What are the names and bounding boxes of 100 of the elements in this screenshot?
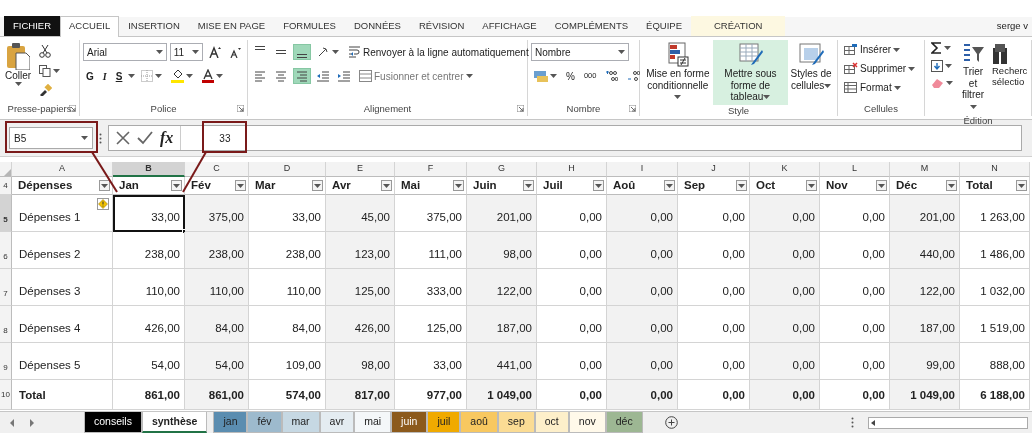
ribbon-tab[interactable]: DONNÉES [344, 15, 410, 36]
find-select-label[interactable]: sélectio [992, 76, 1025, 88]
style-gallery-button[interactable]: Mettre sous forme de tableau [712, 40, 789, 105]
horizontal-scrollbar[interactable] [868, 416, 1028, 429]
row-header[interactable]: 6 [0, 232, 12, 269]
column-header[interactable]: L [820, 162, 890, 177]
row-header[interactable]: 5 [0, 195, 12, 232]
dialog-launcher-icon[interactable] [517, 105, 524, 112]
percent-button[interactable]: % [563, 66, 578, 86]
grow-font-button[interactable] [206, 44, 224, 60]
scroll-left-icon[interactable] [869, 418, 877, 427]
ribbon-tab[interactable]: FORMULES [274, 15, 345, 36]
table-cell: 441,00 [467, 343, 537, 380]
column-header[interactable]: E [326, 162, 395, 177]
row-header[interactable]: 8 [0, 306, 12, 343]
column-header[interactable]: B [113, 162, 185, 177]
ribbon-tab[interactable]: CRÉATION [691, 15, 786, 36]
filter-button[interactable] [736, 180, 747, 191]
sheet-tab[interactable]: mai [354, 412, 392, 433]
enter-icon[interactable] [137, 131, 153, 145]
column-header[interactable]: H [537, 162, 607, 177]
sheet-tab[interactable]: conseils [84, 412, 142, 433]
formula-field[interactable]: 33 [181, 130, 1021, 146]
merge-button[interactable]: Fusionner et centrer [356, 66, 476, 86]
font-size-field[interactable]: 11 [169, 43, 203, 61]
bold-button[interactable]: G [83, 66, 97, 86]
filter-button[interactable] [593, 180, 604, 191]
row-header[interactable]: 4 [0, 177, 12, 195]
filter-button[interactable] [453, 180, 464, 191]
sheet-tab[interactable]: déc [605, 412, 643, 433]
style-gallery-button[interactable]: Mise en forme conditionnelle [643, 40, 713, 105]
dialog-launcher-icon[interactable] [69, 105, 76, 112]
increase-indent-button[interactable] [335, 68, 353, 84]
sheet-tab[interactable]: oct [534, 412, 569, 433]
filter-button[interactable] [171, 180, 182, 191]
scroll-right-icon[interactable] [29, 418, 34, 427]
column-header[interactable]: N [960, 162, 1030, 177]
column-header[interactable]: J [678, 162, 750, 177]
column-header[interactable]: F [395, 162, 467, 177]
filter-button[interactable] [381, 180, 392, 191]
filter-button[interactable] [806, 180, 817, 191]
ribbon-tab[interactable]: RÉVISION [409, 15, 474, 36]
sheet-tab[interactable]: juin [391, 412, 428, 433]
sheet-tab[interactable]: synthèse [141, 411, 208, 434]
filter-button[interactable] [876, 180, 887, 191]
dialog-launcher-icon[interactable] [237, 105, 244, 112]
column-header[interactable]: K [750, 162, 820, 177]
cells-button[interactable]: Supprimer [841, 59, 919, 78]
ribbon-tab[interactable]: ACCUEIL [60, 15, 120, 37]
column-header[interactable]: G [467, 162, 537, 177]
ribbon-tab[interactable]: AFFICHAGE [473, 15, 546, 36]
column-header[interactable]: D [249, 162, 326, 177]
cells-button[interactable]: Insérer [841, 40, 919, 59]
number-format-field[interactable]: Nombre [531, 43, 629, 61]
underline-button[interactable]: S [112, 66, 126, 86]
filter-button[interactable] [946, 180, 957, 191]
paste-button[interactable]: Coller [3, 40, 34, 102]
decrease-indent-button[interactable] [314, 68, 332, 84]
filter-button[interactable] [523, 180, 534, 191]
sheet-tab[interactable]: fév [247, 412, 282, 433]
cells-button[interactable]: Format [841, 78, 919, 97]
filter-button[interactable] [235, 180, 246, 191]
wrap-text-button[interactable]: Renvoyer à la ligne automatiquement [345, 42, 532, 62]
add-sheet-icon[interactable] [664, 416, 678, 429]
row-header[interactable]: 7 [0, 269, 12, 306]
ribbon-tab[interactable]: FICHIER [4, 15, 60, 36]
italic-button[interactable]: I [99, 66, 110, 86]
warning-icon[interactable] [97, 198, 109, 210]
column-header[interactable]: M [890, 162, 960, 177]
user-name[interactable]: serge v [996, 19, 1028, 34]
insert-function-button[interactable]: fx [160, 126, 174, 150]
name-box[interactable]: B5 [9, 127, 93, 149]
sheet-tab[interactable]: jan [213, 412, 248, 433]
filter-button[interactable] [99, 180, 110, 191]
column-header[interactable]: C [185, 162, 249, 177]
ribbon-tab[interactable]: MISE EN PAGE [188, 15, 275, 36]
ribbon-tab[interactable]: ÉQUIPE [637, 15, 691, 36]
vertical-align-button[interactable] [293, 44, 311, 60]
cancel-icon[interactable] [116, 131, 130, 145]
sheet-tab[interactable]: nov [568, 412, 606, 433]
sheet-tab[interactable]: avr [319, 412, 355, 433]
sheet-tab[interactable]: sep [497, 412, 535, 433]
sheet-tab[interactable]: juil [427, 412, 461, 433]
sheet-tab[interactable]: mar [281, 412, 320, 433]
sheet-tab[interactable]: aoû [460, 412, 498, 433]
column-header[interactable]: A [12, 162, 113, 177]
filter-button[interactable] [312, 180, 323, 191]
row-header[interactable]: 10 [0, 380, 12, 410]
sort-filter-button[interactable]: Trier et filtrer [959, 40, 987, 114]
row-header[interactable]: 9 [0, 343, 12, 380]
ribbon-tab[interactable]: COMPLÉMENTS [545, 15, 638, 36]
font-name-field[interactable]: Arial [83, 43, 167, 61]
filter-button[interactable] [664, 180, 675, 191]
dialog-launcher-icon[interactable] [629, 105, 636, 112]
column-header[interactable]: I [607, 162, 678, 177]
currency-button[interactable] [531, 68, 560, 84]
filter-button[interactable] [1016, 180, 1027, 191]
ribbon-tab[interactable]: INSERTION [119, 15, 189, 36]
style-gallery-button[interactable]: Styles de cellules [788, 40, 834, 105]
find-select-label[interactable]: Recherc [992, 66, 1028, 77]
